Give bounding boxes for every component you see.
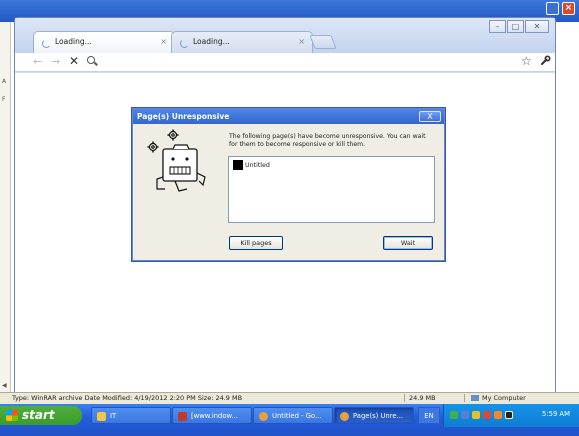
windows-logo-icon — [6, 410, 18, 421]
edge-scroll-arrow-icon[interactable]: ◀ — [2, 382, 7, 389]
search-icon — [87, 56, 95, 64]
tab-label: Loading... — [193, 37, 230, 46]
background-explorer-edge: A F ◀ — [0, 22, 11, 396]
winrar-icon — [178, 412, 187, 421]
taskbar-item-it[interactable]: IT — [91, 407, 171, 424]
task-label: IT — [110, 412, 117, 420]
page-title: Untitled — [245, 161, 270, 169]
tray-warning-icon[interactable] — [472, 411, 480, 419]
task-label: [www.indow... — [191, 412, 238, 420]
forward-arrow-icon[interactable]: → — [51, 55, 60, 68]
status-details: Type: WinRAR archive Date Modified: 4/19… — [12, 394, 243, 402]
task-label: Page(s) Unre... — [353, 412, 404, 420]
taskbar-item-unresponsive-dialog[interactable]: Page(s) Unre... — [334, 407, 414, 424]
folder-icon — [97, 412, 106, 421]
maximize-button[interactable]: □ — [507, 20, 524, 33]
tab-close-icon[interactable]: × — [298, 37, 305, 46]
edge-glyph: F — [2, 96, 6, 103]
wrench-menu-icon[interactable] — [540, 55, 551, 69]
language-indicator[interactable]: EN — [418, 407, 440, 424]
back-arrow-icon[interactable]: ← — [33, 55, 42, 68]
omnibox[interactable] — [85, 54, 505, 70]
background-close-button[interactable]: × — [562, 2, 575, 15]
tab-label: Loading... — [55, 37, 92, 46]
tray-network-icon[interactable] — [450, 411, 458, 419]
chrome-icon — [340, 412, 349, 421]
toolbar: ← → ✕ ☆ — [15, 53, 555, 72]
list-item[interactable]: Untitled — [233, 160, 270, 170]
wrench-icon — [541, 55, 551, 65]
background-minimize-button[interactable] — [546, 2, 559, 15]
dialog-message: The following page(s) have become unresp… — [229, 133, 426, 148]
bookmark-star-icon[interactable]: ☆ — [521, 54, 532, 68]
loading-spinner-icon — [180, 39, 189, 48]
taskbar-item-indowebster[interactable]: [www.indow... — [172, 407, 252, 424]
chrome-icon — [259, 412, 268, 421]
tab-loading-2[interactable]: Loading... × — [171, 31, 313, 53]
system-tray: 5:59 AM — [443, 404, 579, 427]
tab-close-icon[interactable]: × — [160, 37, 167, 46]
unresponsive-dialog: Page(s) Unresponsive X The following pag… — [132, 108, 445, 261]
status-location: My Computer — [464, 394, 526, 402]
status-location-label: My Computer — [482, 394, 526, 402]
explorer-status-bar: Type: WinRAR archive Date Modified: 4/19… — [0, 392, 579, 404]
taskbar: start IT [www.indow... Untitled - Go... … — [0, 404, 579, 436]
page-favicon-icon — [233, 160, 243, 170]
wait-button[interactable]: Wait — [383, 236, 433, 250]
tray-app-icon[interactable] — [505, 411, 513, 419]
clock[interactable]: 5:59 AM — [542, 410, 570, 418]
status-size: 24.9 MB — [404, 394, 462, 402]
close-button[interactable]: ✕ — [525, 20, 549, 33]
dialog-close-button[interactable]: X — [419, 111, 441, 122]
dialog-title: Page(s) Unresponsive — [133, 109, 444, 124]
task-label: Untitled - Go... — [272, 412, 322, 420]
start-label: start — [22, 408, 55, 422]
minimize-button[interactable]: – — [489, 20, 506, 33]
unresponsive-page-list[interactable]: Untitled — [228, 156, 435, 223]
stop-icon[interactable]: ✕ — [69, 54, 79, 68]
kill-pages-button[interactable]: Kill pages — [229, 236, 283, 250]
computer-icon — [471, 395, 479, 401]
loading-spinner-icon — [42, 39, 51, 48]
start-button[interactable]: start — [0, 406, 82, 425]
screen: × A F ◀ – □ ✕ Loading... × Loading... × … — [0, 0, 579, 436]
window-controls: – □ ✕ — [489, 20, 549, 33]
tray-monitor-icon[interactable] — [461, 411, 469, 419]
new-tab-button[interactable] — [309, 35, 337, 49]
taskbar-item-untitled-chrome[interactable]: Untitled - Go... — [253, 407, 333, 424]
edge-glyph: A — [2, 78, 7, 85]
tray-antivirus-icon[interactable] — [483, 411, 491, 419]
tab-loading-1[interactable]: Loading... × — [33, 31, 175, 53]
tray-update-icon[interactable] — [494, 411, 502, 419]
sad-tab-icon — [147, 129, 206, 192]
